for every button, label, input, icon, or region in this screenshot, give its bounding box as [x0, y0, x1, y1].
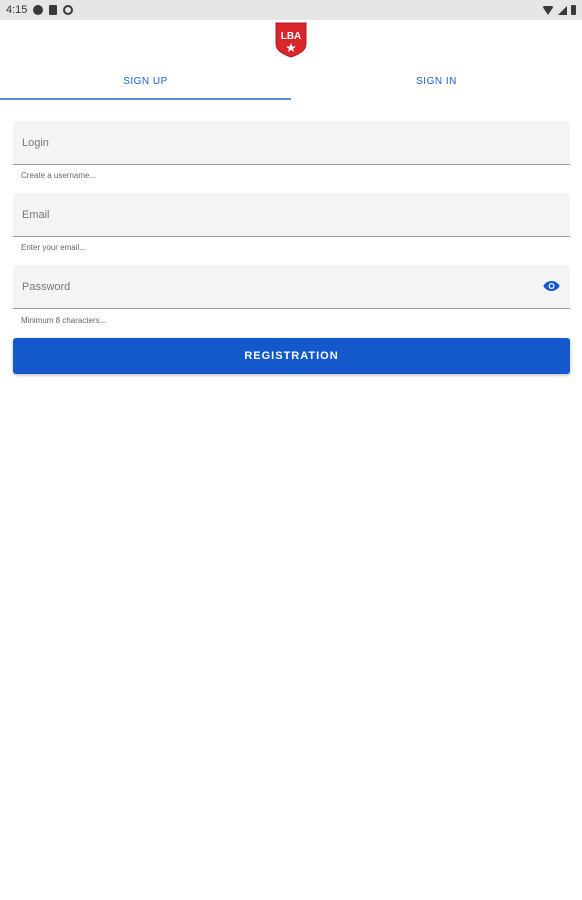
login-field[interactable] — [13, 121, 570, 165]
login-helper-text: Create a username... — [21, 171, 97, 180]
tab-sign-in[interactable]: SIGN IN — [291, 62, 582, 100]
registration-button[interactable]: REGISTRATION — [13, 338, 570, 374]
auth-tabs: SIGN UP SIGN IN — [0, 62, 582, 100]
password-field[interactable] — [13, 265, 570, 309]
status-time: 4:15 — [6, 4, 28, 16]
sd-card-icon — [49, 5, 58, 15]
settings-icon — [63, 5, 74, 15]
password-input[interactable] — [22, 280, 561, 293]
email-field[interactable] — [13, 193, 570, 237]
status-bar-left: 4:15 — [6, 4, 74, 16]
signal-icon — [558, 5, 567, 15]
email-input[interactable] — [22, 208, 561, 221]
wifi-icon — [542, 5, 554, 15]
sync-icon — [33, 5, 44, 15]
password-helper-text: Minimum 8 characters... — [21, 316, 107, 325]
tab-sign-up-label: SIGN UP — [123, 75, 168, 87]
logo-text: LBA — [281, 31, 302, 42]
lba-logo: LBA — [275, 22, 307, 58]
status-bar: 4:15 — [0, 0, 582, 20]
login-input[interactable] — [22, 136, 561, 149]
tab-sign-in-label: SIGN IN — [416, 75, 457, 87]
battery-icon — [571, 5, 576, 15]
status-bar-right — [542, 5, 576, 15]
tab-sign-up[interactable]: SIGN UP — [0, 62, 291, 100]
eye-icon[interactable] — [543, 279, 560, 293]
email-helper-text: Enter your email... — [21, 243, 86, 252]
